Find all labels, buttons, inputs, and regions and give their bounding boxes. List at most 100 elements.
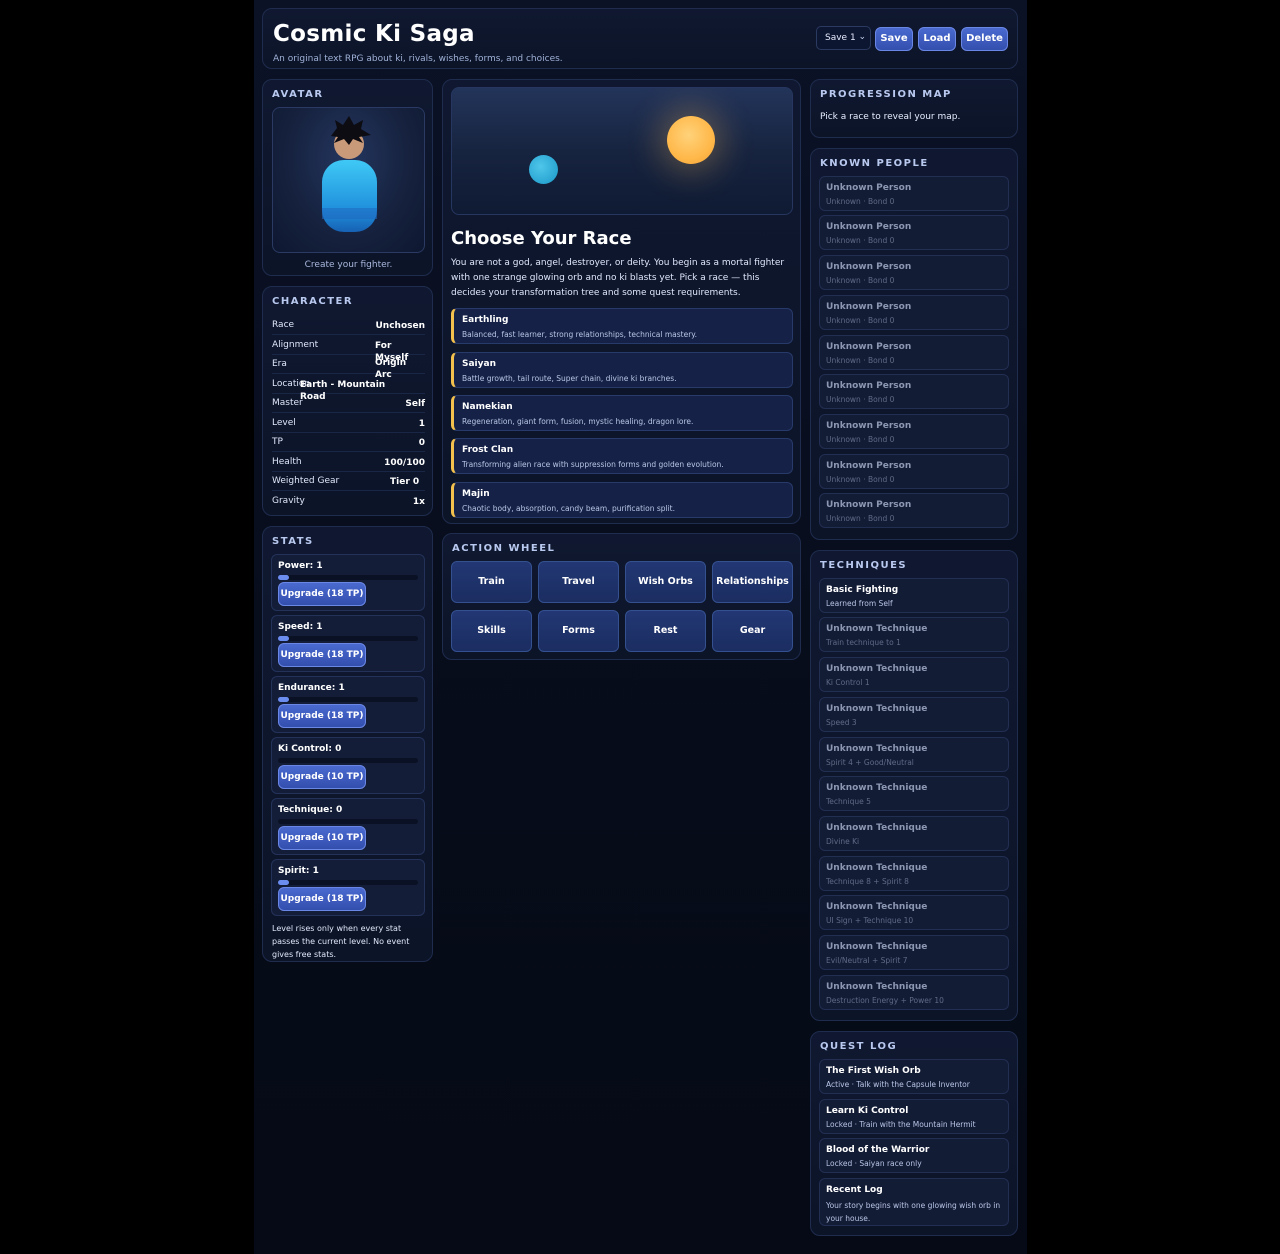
action-wish-orbs-button[interactable]: Wish Orbs bbox=[625, 561, 706, 603]
delete-button[interactable]: Delete bbox=[961, 27, 1008, 51]
row-value: Self bbox=[405, 399, 425, 409]
technique-name: Unknown Technique bbox=[826, 664, 928, 674]
person-card[interactable]: Unknown Person Unknown · Bond 0 bbox=[819, 335, 1009, 370]
technique-card[interactable]: Unknown Technique Ki Control 1 bbox=[819, 657, 1009, 692]
technique-name: Unknown Technique bbox=[826, 942, 928, 952]
avatar-panel: AVATAR Create your fighter. bbox=[262, 79, 433, 276]
person-card[interactable]: Unknown Person Unknown · Bond 0 bbox=[819, 414, 1009, 449]
person-card[interactable]: Unknown Person Unknown · Bond 0 bbox=[819, 295, 1009, 330]
person-card[interactable]: Unknown Person Unknown · Bond 0 bbox=[819, 493, 1009, 528]
person-bond: Unknown · Bond 0 bbox=[826, 316, 895, 325]
race-option-namekian[interactable]: Namekian Regeneration, giant form, fusio… bbox=[451, 395, 793, 431]
upgrade-endurance-button[interactable]: Upgrade (18 TP) bbox=[278, 704, 366, 728]
quest-card[interactable]: Blood of the Warrior Locked · Saiyan race… bbox=[819, 1138, 1009, 1173]
technique-card[interactable]: Unknown Technique Technique 8 + Spirit 8 bbox=[819, 856, 1009, 891]
race-option-earthling[interactable]: Earthling Balanced, fast learner, strong… bbox=[451, 308, 793, 344]
row-value: 1x bbox=[412, 497, 425, 507]
row-key: Race bbox=[272, 320, 295, 330]
row-key: Alignment bbox=[272, 340, 319, 350]
chevron-down-icon: ⌄ bbox=[858, 32, 866, 42]
technique-requirement: Spirit 4 + Good/Neutral bbox=[826, 758, 914, 767]
row-value: 100/100 bbox=[384, 458, 425, 468]
action-relationships-button[interactable]: Relationships bbox=[712, 561, 793, 603]
character-row: TP 0 bbox=[272, 433, 425, 452]
race-description: Balanced, fast learner, strong relations… bbox=[462, 330, 698, 339]
quest-card[interactable]: Learn Ki Control Locked · Train with the … bbox=[819, 1099, 1009, 1134]
header: Cosmic Ki Saga An original text RPG abou… bbox=[262, 8, 1018, 69]
quest-card[interactable]: The First Wish Orb Active · Talk with the… bbox=[819, 1059, 1009, 1094]
technique-card[interactable]: Unknown Technique Spirit 4 + Good/Neutral bbox=[819, 737, 1009, 772]
stat-card-spirit: Spirit: 1 Upgrade (18 TP) bbox=[271, 859, 425, 916]
avatar bbox=[272, 107, 425, 253]
person-name: Unknown Person bbox=[826, 222, 912, 232]
person-name: Unknown Person bbox=[826, 500, 912, 510]
row-key: Level bbox=[272, 418, 296, 428]
avatar-title: AVATAR bbox=[272, 89, 324, 100]
person-name: Unknown Person bbox=[826, 421, 912, 431]
technique-card[interactable]: Unknown Technique Evil/Neutral + Spirit 7 bbox=[819, 935, 1009, 970]
stat-progress-bar bbox=[278, 819, 418, 824]
person-bond: Unknown · Bond 0 bbox=[826, 475, 895, 484]
person-card[interactable]: Unknown Person Unknown · Bond 0 bbox=[819, 374, 1009, 409]
technique-card[interactable]: Unknown Technique Destruction Energy + Po… bbox=[819, 975, 1009, 1010]
quest-log-panel: QUEST LOG The First Wish Orb Active · Tal… bbox=[810, 1031, 1018, 1236]
technique-card[interactable]: Unknown Technique Divine Ki bbox=[819, 816, 1009, 851]
action-skills-button[interactable]: Skills bbox=[451, 610, 532, 652]
action-rest-button[interactable]: Rest bbox=[625, 610, 706, 652]
recent-log-title: Recent Log bbox=[826, 1185, 883, 1195]
save-button[interactable]: Save bbox=[875, 27, 913, 51]
load-button[interactable]: Load bbox=[918, 27, 956, 51]
stat-label: Endurance: 1 bbox=[278, 683, 345, 693]
character-row: Era Origin Arc bbox=[272, 355, 425, 380]
person-card[interactable]: Unknown Person Unknown · Bond 0 bbox=[819, 176, 1009, 211]
technique-name: Unknown Technique bbox=[826, 783, 928, 793]
stat-progress-fill bbox=[278, 697, 290, 702]
race-description: Chaotic body, absorption, candy beam, pu… bbox=[462, 504, 675, 513]
stat-progress-bar bbox=[278, 697, 418, 702]
technique-requirement: Learned from Self bbox=[826, 599, 893, 608]
technique-name: Unknown Technique bbox=[826, 902, 928, 912]
technique-card[interactable]: Unknown Technique UI Sign + Technique 10 bbox=[819, 895, 1009, 930]
person-card[interactable]: Unknown Person Unknown · Bond 0 bbox=[819, 454, 1009, 489]
stat-label: Ki Control: 0 bbox=[278, 744, 342, 754]
upgrade-spirit-button[interactable]: Upgrade (18 TP) bbox=[278, 887, 366, 911]
action-travel-button[interactable]: Travel bbox=[538, 561, 619, 603]
progression-map-panel: PROGRESSION MAP Pick a race to reveal yo… bbox=[810, 79, 1018, 138]
person-name: Unknown Person bbox=[826, 302, 912, 312]
technique-requirement: Divine Ki bbox=[826, 837, 860, 846]
person-bond: Unknown · Bond 0 bbox=[826, 435, 895, 444]
character-row: Level 1 bbox=[272, 414, 425, 433]
save-slot-select[interactable]: Save 1 ⌄ bbox=[816, 26, 871, 50]
technique-name: Basic Fighting bbox=[826, 585, 899, 595]
action-gear-button[interactable]: Gear bbox=[712, 610, 793, 652]
person-card[interactable]: Unknown Person Unknown · Bond 0 bbox=[819, 255, 1009, 290]
technique-card[interactable]: Unknown Technique Technique 5 bbox=[819, 776, 1009, 811]
character-row: Gravity 1x bbox=[272, 492, 425, 511]
stat-progress-bar bbox=[278, 758, 418, 763]
action-train-button[interactable]: Train bbox=[451, 561, 532, 603]
technique-requirement: UI Sign + Technique 10 bbox=[826, 916, 914, 925]
technique-card[interactable]: Basic Fighting Learned from Self bbox=[819, 578, 1009, 613]
upgrade-speed-button[interactable]: Upgrade (18 TP) bbox=[278, 643, 366, 667]
technique-card[interactable]: Unknown Technique Train technique to 1 bbox=[819, 617, 1009, 652]
upgrade-power-button[interactable]: Upgrade (18 TP) bbox=[278, 582, 366, 606]
race-option-frost-clan[interactable]: Frost Clan Transforming alien race with … bbox=[451, 438, 793, 474]
quest-log-title: QUEST LOG bbox=[820, 1041, 898, 1052]
quest-status: Active · Talk with the Capsule Inventor bbox=[826, 1080, 970, 1089]
person-name: Unknown Person bbox=[826, 262, 912, 272]
race-option-saiyan[interactable]: Saiyan Battle growth, tail route, Super … bbox=[451, 352, 793, 388]
action-forms-button[interactable]: Forms bbox=[538, 610, 619, 652]
upgrade-ki-control-button[interactable]: Upgrade (10 TP) bbox=[278, 765, 366, 789]
upgrade-technique-button[interactable]: Upgrade (10 TP) bbox=[278, 826, 366, 850]
person-card[interactable]: Unknown Person Unknown · Bond 0 bbox=[819, 215, 1009, 250]
avatar-caption: Create your fighter. bbox=[304, 260, 393, 270]
quest-name: The First Wish Orb bbox=[826, 1066, 921, 1076]
technique-name: Unknown Technique bbox=[826, 823, 928, 833]
technique-requirement: Destruction Energy + Power 10 bbox=[826, 996, 944, 1005]
person-bond: Unknown · Bond 0 bbox=[826, 395, 895, 404]
race-description: Transforming alien race with suppression… bbox=[462, 460, 724, 469]
race-option-majin[interactable]: Majin Chaotic body, absorption, candy be… bbox=[451, 482, 793, 518]
technique-card[interactable]: Unknown Technique Speed 3 bbox=[819, 697, 1009, 732]
person-name: Unknown Person bbox=[826, 461, 912, 471]
race-name: Namekian bbox=[462, 402, 513, 412]
